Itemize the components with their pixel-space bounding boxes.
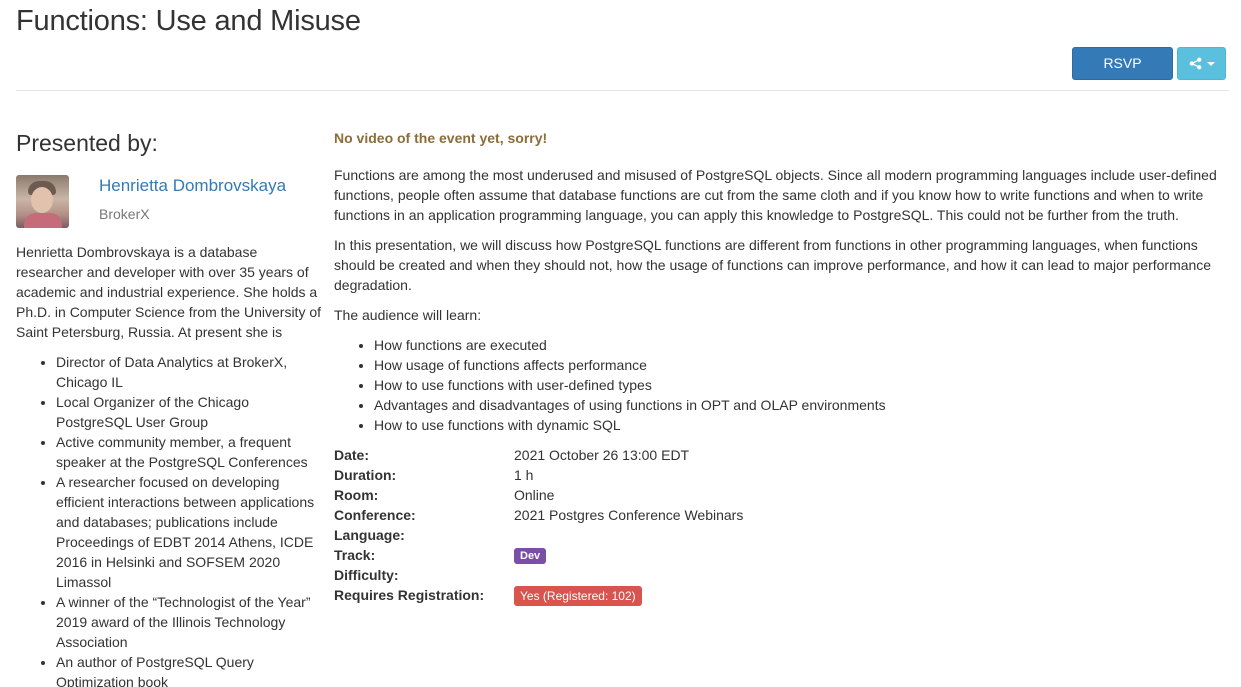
list-item: Director of Data Analytics at BrokerX, C… bbox=[56, 352, 321, 392]
learn-intro: The audience will learn: bbox=[334, 307, 482, 323]
list-item: An author of PostgreSQL Query Optimizati… bbox=[56, 652, 321, 687]
description-paragraph: In this presentation, we will discuss ho… bbox=[334, 237, 1212, 293]
date-value: 2021 October 26 13:00 EDT bbox=[514, 447, 690, 463]
duration-value: 1 h bbox=[514, 467, 534, 483]
detail-row-track: Track: Dev bbox=[334, 545, 1229, 565]
detail-row-registration: Requires Registration: Yes (Registered: … bbox=[334, 585, 1229, 607]
registration-label: Requires Registration: bbox=[334, 587, 485, 603]
speaker-bio: Henrietta Dombrovskaya is a database res… bbox=[16, 244, 322, 340]
list-item: A researcher focused on developing effic… bbox=[56, 472, 321, 592]
detail-row-date: Date: 2021 October 26 13:00 EDT bbox=[334, 445, 1229, 465]
list-item: A winner of the “Technologist of the Yea… bbox=[56, 592, 321, 652]
list-item: Active community member, a frequent spea… bbox=[56, 432, 321, 472]
conference-value: 2021 Postgres Conference Webinars bbox=[514, 507, 744, 523]
header-divider bbox=[16, 90, 1229, 91]
rsvp-button[interactable]: RSVP Today bbox=[1072, 47, 1173, 102]
speaker-organization: BrokerX bbox=[99, 206, 150, 222]
language-label: Language: bbox=[334, 527, 405, 543]
detail-row-duration: Duration: 1 h bbox=[334, 465, 1229, 485]
track-badge[interactable]: Dev bbox=[514, 548, 547, 565]
room-value: Online bbox=[514, 487, 555, 503]
detail-row-language: Language: bbox=[334, 525, 1229, 545]
duration-label: Duration: bbox=[334, 467, 397, 483]
description-paragraph: Functions are among the most underused a… bbox=[334, 167, 1217, 223]
detail-row-room: Room: Online bbox=[334, 485, 1229, 505]
detail-row-conference: Conference: 2021 Postgres Conference Web… bbox=[334, 505, 1229, 525]
no-video-notice: No video of the event yet, sorry! bbox=[334, 130, 548, 146]
presented-by-heading: Presented by: bbox=[16, 130, 158, 156]
speaker-info: Henrietta Dombrovskaya BrokerX bbox=[99, 175, 286, 231]
speaker-name-link[interactable]: Henrietta Dombrovskaya bbox=[99, 175, 286, 197]
share-dropdown-button[interactable] bbox=[1177, 47, 1226, 80]
room-label: Room: bbox=[334, 487, 379, 503]
action-buttons: RSVP Today bbox=[1072, 47, 1226, 102]
list-item: Advantages and disadvantages of using fu… bbox=[374, 395, 1229, 415]
event-details: Date: 2021 October 26 13:00 EDT Duration… bbox=[334, 445, 1229, 607]
date-label: Date: bbox=[334, 447, 370, 463]
list-item: How usage of functions affects performan… bbox=[374, 355, 1229, 375]
bio-list: Director of Data Analytics at BrokerX, C… bbox=[16, 352, 321, 687]
presenter-section: Presented by: Henrietta Dombrovskaya Bro… bbox=[16, 126, 321, 687]
page-title: Functions: Use and Misuse bbox=[16, 5, 361, 37]
registration-status-badge: Yes (Registered: 102) bbox=[514, 586, 642, 607]
event-content: No video of the event yet, sorry! Functi… bbox=[334, 128, 1229, 607]
conference-label: Conference: bbox=[334, 507, 416, 523]
list-item: How to use functions with user-defined t… bbox=[374, 375, 1229, 395]
avatar[interactable] bbox=[16, 175, 69, 228]
detail-row-difficulty: Difficulty: bbox=[334, 565, 1229, 585]
list-item: How to use functions with dynamic SQL bbox=[374, 415, 1229, 435]
difficulty-label: Difficulty: bbox=[334, 567, 399, 583]
speaker-card: Henrietta Dombrovskaya BrokerX bbox=[16, 175, 321, 231]
track-label: Track: bbox=[334, 547, 376, 563]
learn-list: How functions are executed How usage of … bbox=[334, 335, 1229, 435]
list-item: How functions are executed bbox=[374, 335, 1229, 355]
share-icon bbox=[1189, 57, 1201, 70]
chevron-down-icon bbox=[1206, 61, 1215, 66]
list-item: Local Organizer of the Chicago PostgreSQ… bbox=[56, 392, 321, 432]
